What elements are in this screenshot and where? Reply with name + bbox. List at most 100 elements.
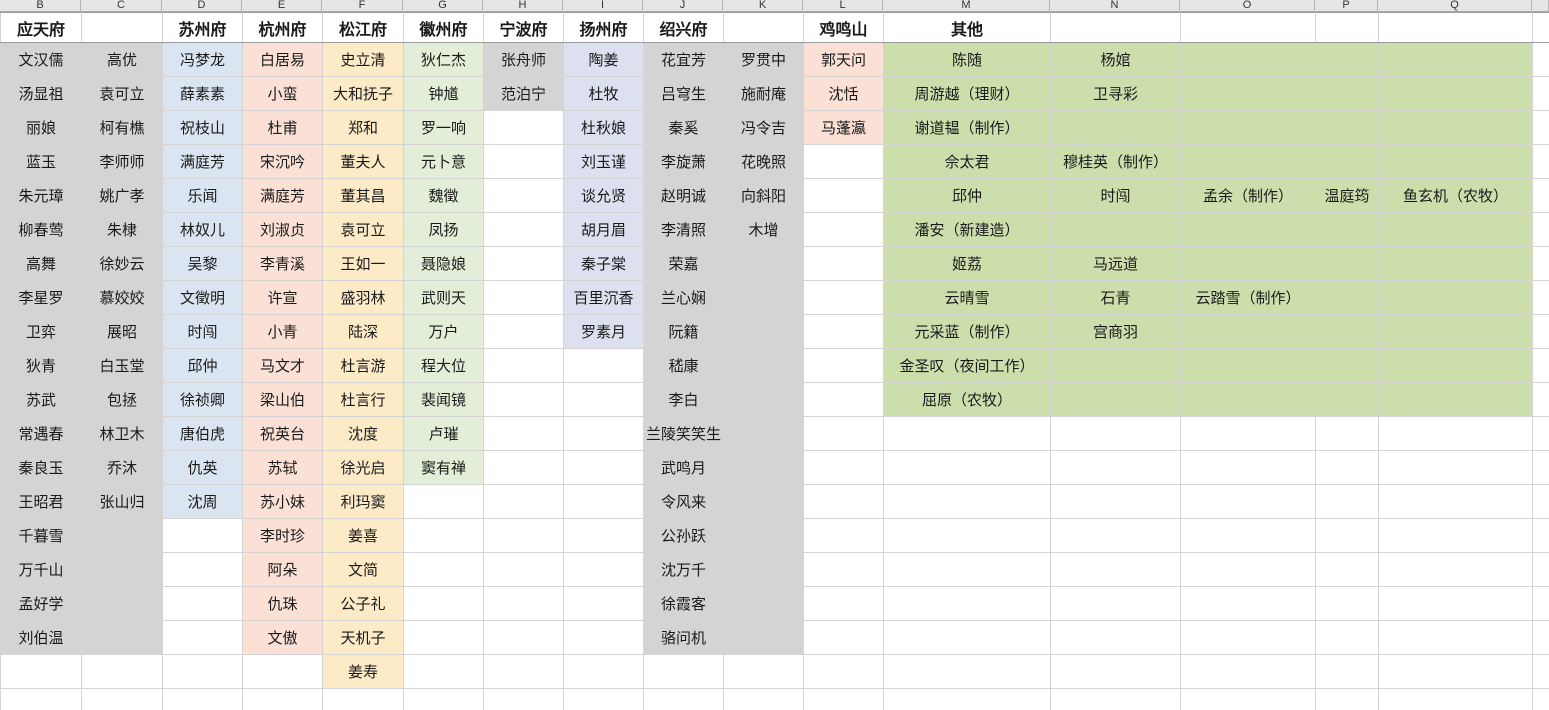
- cell-q-5[interactable]: 鱼玄机（农牧）: [1378, 178, 1533, 213]
- cell-k-20[interactable]: [723, 688, 804, 710]
- cell-l-18[interactable]: [803, 620, 884, 655]
- cell-h-2[interactable]: 范泊宁: [483, 76, 564, 111]
- cell-h-17[interactable]: [483, 586, 564, 621]
- cell-q-17[interactable]: [1378, 586, 1533, 621]
- cell-q-13[interactable]: [1378, 450, 1533, 485]
- cell-e-2[interactable]: 小蛮: [242, 76, 323, 111]
- cell-q-10[interactable]: [1378, 348, 1533, 383]
- cell-l-11[interactable]: [803, 382, 884, 417]
- cell-q-16[interactable]: [1378, 552, 1533, 587]
- cell-c-18[interactable]: [81, 620, 163, 655]
- cell-q-8[interactable]: [1378, 280, 1533, 315]
- cell-i-10[interactable]: [563, 348, 644, 383]
- cell-o-9[interactable]: [1180, 314, 1316, 349]
- cell-b-2[interactable]: 汤显祖: [0, 76, 82, 111]
- cell-i-6[interactable]: 胡月眉: [563, 212, 644, 247]
- cell-n-15[interactable]: [1050, 518, 1181, 553]
- cell-h-11[interactable]: [483, 382, 564, 417]
- cell-c-6[interactable]: 朱棣: [81, 212, 163, 247]
- cell-h-14[interactable]: [483, 484, 564, 519]
- cell-i-11[interactable]: [563, 382, 644, 417]
- cell-j-16[interactable]: 沈万千: [643, 552, 724, 587]
- cell-d-6[interactable]: 林奴儿: [162, 212, 243, 247]
- cell-m-5[interactable]: 邱仲: [883, 178, 1051, 213]
- cell-m-11[interactable]: 屈原（农牧）: [883, 382, 1051, 417]
- cell-i-7[interactable]: 秦子棠: [563, 246, 644, 281]
- cell-j-9[interactable]: 阮籍: [643, 314, 724, 349]
- cell-e-12[interactable]: 祝英台: [242, 416, 323, 451]
- cell-g-12[interactable]: 卢璀: [403, 416, 484, 451]
- cell-j-11[interactable]: 李白: [643, 382, 724, 417]
- cell-p-14[interactable]: [1315, 484, 1379, 519]
- cell-l-14[interactable]: [803, 484, 884, 519]
- cell-d-11[interactable]: 徐祯卿: [162, 382, 243, 417]
- cell-c-19[interactable]: [81, 654, 163, 689]
- cell-f-1[interactable]: 史立清: [322, 42, 404, 77]
- cell-l-4[interactable]: [803, 144, 884, 179]
- cell-k-15[interactable]: [723, 518, 804, 553]
- cell-header-p[interactable]: [1315, 12, 1379, 43]
- cell-j-5[interactable]: 赵明诚: [643, 178, 724, 213]
- cell-l-15[interactable]: [803, 518, 884, 553]
- cell-q-4[interactable]: [1378, 144, 1533, 179]
- cell-header-f[interactable]: 松江府: [322, 12, 404, 43]
- cell-f-18[interactable]: 天机子: [322, 620, 404, 655]
- cell-d-14[interactable]: 沈周: [162, 484, 243, 519]
- cell-n-8[interactable]: 石青: [1050, 280, 1181, 315]
- cell-g-15[interactable]: [403, 518, 484, 553]
- cell-j-7[interactable]: 荣嘉: [643, 246, 724, 281]
- cell-m-9[interactable]: 元采蓝（制作）: [883, 314, 1051, 349]
- cell-j-12[interactable]: 兰陵笑笑生: [643, 416, 724, 451]
- cell-i-4[interactable]: 刘玉谨: [563, 144, 644, 179]
- column-header-f[interactable]: F: [322, 0, 403, 11]
- cell-l-5[interactable]: [803, 178, 884, 213]
- cell-k-6[interactable]: 木增: [723, 212, 804, 247]
- cell-d-7[interactable]: 吴黎: [162, 246, 243, 281]
- cell-o-20[interactable]: [1180, 688, 1316, 710]
- column-header-end[interactable]: [1532, 0, 1549, 11]
- cell-d-3[interactable]: 祝枝山: [162, 110, 243, 145]
- cell-e-1[interactable]: 白居易: [242, 42, 323, 77]
- cell-m-1[interactable]: 陈随: [883, 42, 1051, 77]
- cell-k-7[interactable]: [723, 246, 804, 281]
- cell-p-20[interactable]: [1315, 688, 1379, 710]
- cell-n-14[interactable]: [1050, 484, 1181, 519]
- column-header-j[interactable]: J: [643, 0, 723, 11]
- column-header-q[interactable]: Q: [1378, 0, 1532, 11]
- cell-d-8[interactable]: 文徵明: [162, 280, 243, 315]
- cell-end-19[interactable]: [1532, 654, 1549, 689]
- cell-e-11[interactable]: 梁山伯: [242, 382, 323, 417]
- cell-n-11[interactable]: [1050, 382, 1181, 417]
- cell-l-12[interactable]: [803, 416, 884, 451]
- cell-header-k[interactable]: [723, 12, 804, 43]
- cell-i-2[interactable]: 杜牧: [563, 76, 644, 111]
- cell-g-19[interactable]: [403, 654, 484, 689]
- cell-d-10[interactable]: 邱仲: [162, 348, 243, 383]
- cell-f-3[interactable]: 郑和: [322, 110, 404, 145]
- cell-c-4[interactable]: 李师师: [81, 144, 163, 179]
- cell-p-2[interactable]: [1315, 76, 1379, 111]
- cell-c-17[interactable]: [81, 586, 163, 621]
- cell-o-18[interactable]: [1180, 620, 1316, 655]
- cell-m-10[interactable]: 金圣叹（夜间工作）: [883, 348, 1051, 383]
- cell-p-17[interactable]: [1315, 586, 1379, 621]
- cell-d-5[interactable]: 乐闻: [162, 178, 243, 213]
- cell-k-16[interactable]: [723, 552, 804, 587]
- cell-j-6[interactable]: 李清照: [643, 212, 724, 247]
- cell-p-3[interactable]: [1315, 110, 1379, 145]
- cell-i-12[interactable]: [563, 416, 644, 451]
- cell-j-13[interactable]: 武鸣月: [643, 450, 724, 485]
- cell-p-8[interactable]: [1315, 280, 1379, 315]
- cell-header-g[interactable]: 徽州府: [403, 12, 484, 43]
- cell-i-15[interactable]: [563, 518, 644, 553]
- cell-f-7[interactable]: 王如一: [322, 246, 404, 281]
- cell-h-6[interactable]: [483, 212, 564, 247]
- cell-p-18[interactable]: [1315, 620, 1379, 655]
- cell-q-15[interactable]: [1378, 518, 1533, 553]
- cell-b-16[interactable]: 万千山: [0, 552, 82, 587]
- column-header-e[interactable]: E: [242, 0, 322, 11]
- cell-h-18[interactable]: [483, 620, 564, 655]
- cell-header-e[interactable]: 杭州府: [242, 12, 323, 43]
- cell-q-20[interactable]: [1378, 688, 1533, 710]
- cell-c-3[interactable]: 柯有樵: [81, 110, 163, 145]
